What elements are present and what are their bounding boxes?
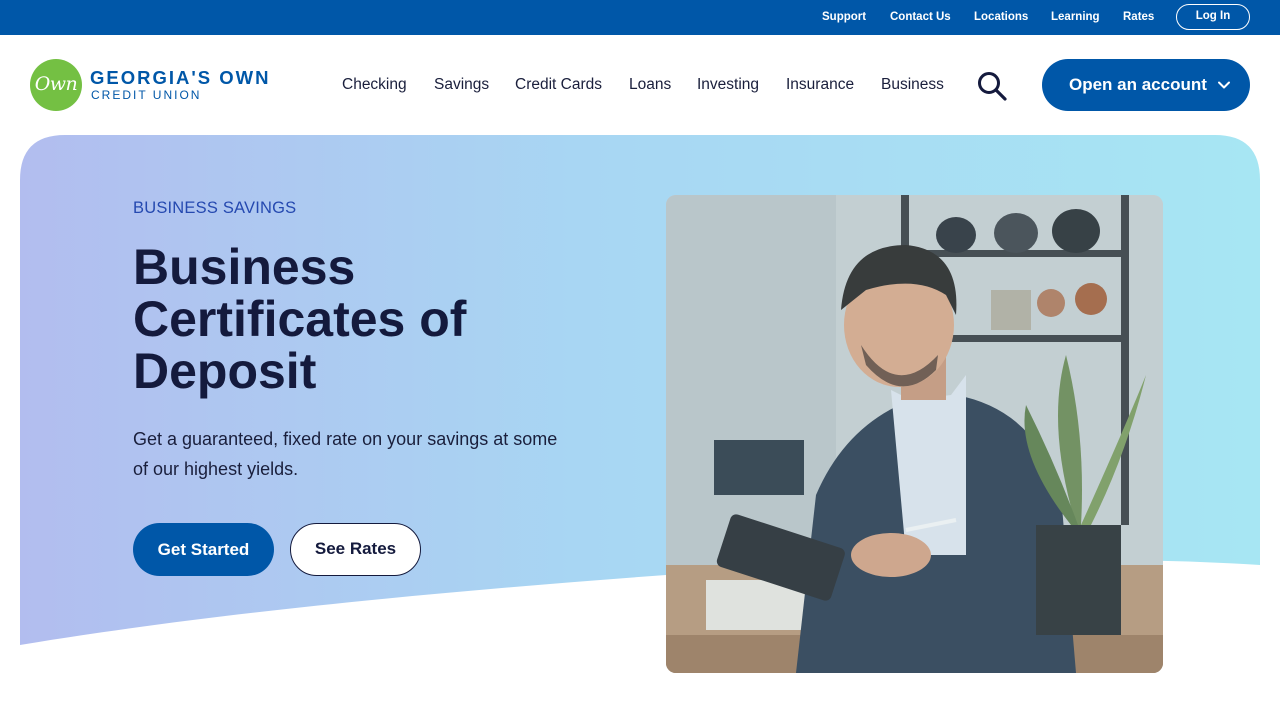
hero-description: Get a guaranteed, fixed rate on your sav… [133,429,558,479]
hero-photo [666,195,1163,673]
nav-item-insurance[interactable]: Insurance [786,76,854,94]
nav-item-checking[interactable]: Checking [342,76,407,94]
utility-link-locations[interactable]: Locations [974,11,1028,23]
nav-item-investing[interactable]: Investing [697,76,759,94]
nav-item-savings[interactable]: Savings [434,76,489,94]
utility-link-learning[interactable]: Learning [1051,11,1100,23]
logo-badge: Own [30,59,82,111]
utility-link-support[interactable]: Support [822,11,866,23]
get-started-button[interactable]: Get Started [133,523,274,576]
search-button[interactable] [975,71,1009,101]
utility-link-contact-us[interactable]: Contact Us [890,11,951,23]
logo-subtitle: CREDIT UNION [91,88,202,102]
hero-title: Business Certificates of Deposit [133,239,467,399]
nav-item-credit-cards[interactable]: Credit Cards [515,76,602,94]
main-header: Own GEORGIA'S OWN CREDIT UNION Checking … [0,35,1280,135]
logo-title: GEORGIA'S OWN [90,67,271,88]
chevron-down-icon [1218,81,1230,89]
nav-item-loans[interactable]: Loans [629,76,671,94]
nav-item-business[interactable]: Business [881,76,944,94]
open-account-button[interactable]: Open an account [1042,59,1250,111]
businessman-photo [666,195,1163,673]
open-account-label: Open an account [1069,75,1207,94]
hero-eyebrow: BUSINESS SAVINGS [133,199,297,217]
login-button[interactable]: Log In [1176,4,1250,30]
hero-section: BUSINESS SAVINGS Business Certificates o… [0,135,1280,720]
search-icon [978,72,1007,101]
utility-bar: Support Contact Us Locations Learning Ra… [0,0,1280,35]
utility-link-rates[interactable]: Rates [1123,11,1154,23]
see-rates-button[interactable]: See Rates [290,523,421,576]
